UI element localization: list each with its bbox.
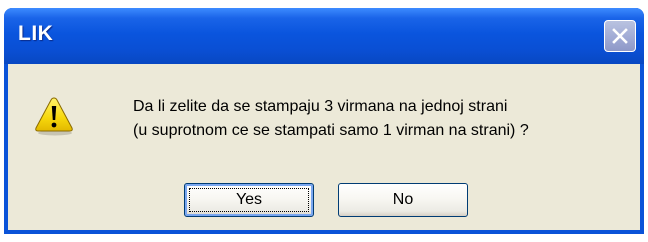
no-button[interactable]: No — [338, 183, 468, 217]
close-button[interactable] — [604, 20, 636, 52]
dialog-window: LIK Da li zelite da se stampaju 3 virman… — [4, 8, 644, 234]
message-line-2: (u suprotnom ce se stampati samo 1 virma… — [133, 122, 529, 139]
dialog-body: Da li zelite da se stampaju 3 virmana na… — [8, 64, 640, 230]
window-title: LIK — [18, 22, 54, 45]
message-line-1: Da li zelite da se stampaju 3 virmana na… — [133, 98, 508, 115]
title-bar[interactable]: LIK — [4, 8, 644, 64]
close-icon — [612, 28, 628, 44]
dialog-message: Da li zelite da se stampaju 3 virmana na… — [133, 95, 529, 143]
warning-icon — [35, 97, 73, 136]
yes-button[interactable]: Yes — [184, 183, 314, 217]
